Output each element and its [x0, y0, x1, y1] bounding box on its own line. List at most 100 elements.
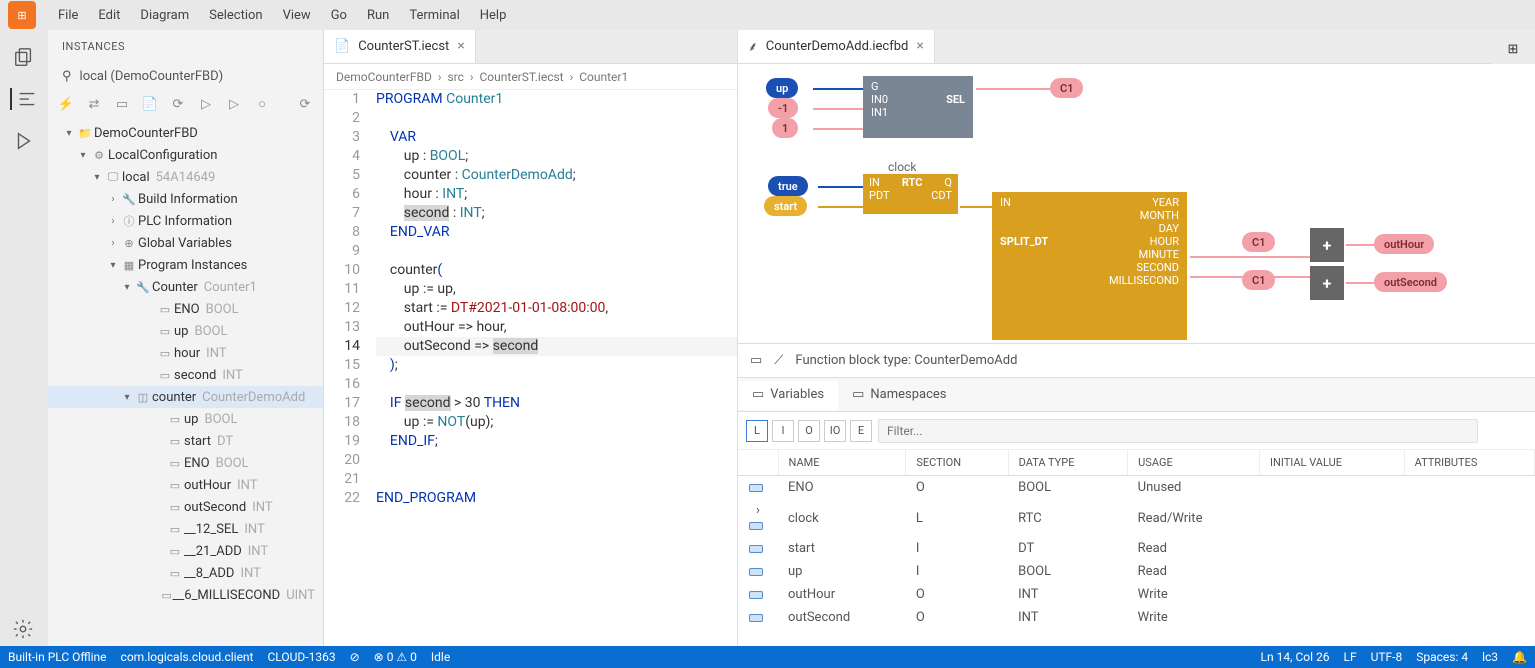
var-row[interactable]: startIDTRead: [738, 537, 1535, 560]
status-item[interactable]: Idle: [431, 650, 450, 664]
tree-row[interactable]: ▭__6_MILLISECONDUINT: [48, 584, 323, 606]
tree-row[interactable]: ›ⓘPLC Information: [48, 210, 323, 232]
filter-O[interactable]: O: [798, 420, 820, 442]
menu-selection[interactable]: Selection: [199, 4, 272, 27]
tree-row[interactable]: ▭secondINT: [48, 364, 323, 386]
status-item[interactable]: lc3: [1482, 650, 1498, 664]
settings-icon[interactable]: [12, 618, 34, 640]
status-item[interactable]: Ln 14, Col 26: [1261, 650, 1330, 664]
var-row[interactable]: outSecondOINTWrite: [738, 606, 1535, 629]
menu-edit[interactable]: Edit: [88, 4, 130, 27]
menu-help[interactable]: Help: [470, 4, 517, 27]
add-block-2[interactable]: +: [1310, 266, 1344, 300]
filter-I[interactable]: I: [772, 420, 794, 442]
tree-row[interactable]: ▭__21_ADDINT: [48, 540, 323, 562]
tree-row[interactable]: ▭__12_SELINT: [48, 518, 323, 540]
fbd-canvas[interactable]: up -1 1 G IN0SEL IN1 C1 clock true start…: [738, 64, 1535, 344]
filter-E[interactable]: E: [850, 420, 872, 442]
copy-icon[interactable]: [13, 46, 35, 68]
filter-input[interactable]: [878, 419, 1478, 443]
pin-c1a: C1: [1050, 78, 1083, 98]
menu-run[interactable]: Run: [357, 4, 399, 27]
status-item[interactable]: Built-in PLC Offline: [8, 650, 107, 664]
tree-row[interactable]: ▾🔧CounterCounter1: [48, 276, 323, 298]
instances-icon[interactable]: [10, 88, 38, 110]
t6-icon[interactable]: ▷: [196, 94, 216, 114]
plug-icon[interactable]: ⚡: [56, 94, 76, 114]
tree-row[interactable]: ▭upBOOL: [48, 408, 323, 430]
editor-left: 📄 CounterST.iecst × DemoCounterFBD›src›C…: [324, 30, 738, 646]
status-item[interactable]: LF: [1343, 650, 1356, 664]
close-icon[interactable]: ×: [916, 38, 923, 54]
tree-row[interactable]: ▭startDT: [48, 430, 323, 452]
layout-icon[interactable]: ⊞: [1491, 30, 1535, 64]
pin-start: start: [764, 196, 807, 216]
split-block[interactable]: INYEAR MONTH DAY SPLIT_DTHOUR MINUTE SEC…: [992, 192, 1187, 340]
var-row[interactable]: upIBOOLRead: [738, 560, 1535, 583]
menu-terminal[interactable]: Terminal: [399, 4, 469, 27]
var-row[interactable]: ENOOBOOLUnused: [738, 476, 1535, 500]
t5-icon[interactable]: ⟳: [168, 94, 188, 114]
tree-row[interactable]: ▾⚙LocalConfiguration: [48, 144, 323, 166]
menu-file[interactable]: File: [48, 4, 88, 27]
menubar: ⊞ FileEditDiagramSelectionViewGoRunTermi…: [0, 0, 1535, 30]
tree-row[interactable]: ▭hourINT: [48, 342, 323, 364]
status-item[interactable]: ⊘: [350, 650, 360, 664]
status-bar: Built-in PLC Offline com.logicals.cloud.c…: [0, 646, 1535, 668]
code-editor[interactable]: 12345678910111213141516171819202122 PROG…: [324, 90, 737, 646]
close-icon[interactable]: ×: [457, 38, 464, 54]
pin-m1: -1: [768, 98, 798, 118]
tree-row[interactable]: ▭outSecondINT: [48, 496, 323, 518]
status-item[interactable]: UTF-8: [1371, 650, 1403, 664]
add-block-1[interactable]: +: [1310, 228, 1344, 262]
var-table[interactable]: NAMESECTIONDATA TYPEUSAGEINITIAL VALUEAT…: [738, 450, 1535, 646]
status-item[interactable]: ⊗ 0 ⚠ 0: [374, 650, 417, 664]
menu-diagram[interactable]: Diagram: [130, 4, 199, 27]
tab-counterdemoadd[interactable]: ⸙ CounterDemoAdd.iecfbd ×: [738, 30, 935, 63]
tree-row[interactable]: ▭ENOBOOL: [48, 298, 323, 320]
tab-variables[interactable]: ▭Variables: [738, 381, 838, 410]
var-row[interactable]: outHourOINTWrite: [738, 583, 1535, 606]
tree-row[interactable]: ▾📁DemoCounterFBD: [48, 122, 323, 144]
sidebar-sub[interactable]: ⚲local (DemoCounterFBD): [48, 63, 323, 90]
rtc-block[interactable]: INRTCQ PDTCDT: [863, 174, 958, 214]
rect-icon[interactable]: ▭: [750, 353, 762, 368]
status-item[interactable]: CLOUD-1363: [267, 650, 335, 664]
tab-counterst[interactable]: 📄 CounterST.iecst ×: [324, 30, 476, 63]
sidebar: INSTANCES ⚲local (DemoCounterFBD) ⚡⇄▭📄⟳▷…: [48, 30, 324, 646]
cut-icon[interactable]: ⟋: [774, 353, 783, 368]
breadcrumb[interactable]: DemoCounterFBD›src›CounterST.iecst›Count…: [324, 64, 737, 90]
tree-row[interactable]: ▾▦Program Instances: [48, 254, 323, 276]
status-item[interactable]: Spaces: 4: [1416, 650, 1468, 664]
tree-row[interactable]: ▾◫counterCounterDemoAdd: [48, 386, 323, 408]
tree-row[interactable]: ›⊕Global Variables: [48, 232, 323, 254]
var-row[interactable]: › clockLRTCRead/Write: [738, 499, 1535, 537]
tabbar-left: 📄 CounterST.iecst ×: [324, 30, 737, 64]
tabbar-right: ⸙ CounterDemoAdd.iecfbd ×: [738, 30, 1491, 64]
menu-view[interactable]: View: [273, 4, 321, 27]
filter-IO[interactable]: IO: [824, 420, 846, 442]
refresh-icon[interactable]: ⟳: [295, 94, 315, 114]
link-icon: ⚲: [62, 69, 72, 84]
t8-icon[interactable]: ○: [252, 94, 272, 114]
tree-row[interactable]: ▾🖵local54A14649: [48, 166, 323, 188]
tree-row[interactable]: ›🔧Build Information: [48, 188, 323, 210]
t4-icon[interactable]: 📄: [140, 94, 160, 114]
pin-outsecond: outSecond: [1374, 272, 1447, 292]
sel-block[interactable]: G IN0SEL IN1: [863, 76, 973, 138]
tree-row[interactable]: ▭upBOOL: [48, 320, 323, 342]
tab-namespaces[interactable]: ▭Namespaces: [838, 381, 960, 408]
t3-icon[interactable]: ▭: [112, 94, 132, 114]
tree-row[interactable]: ▭ENOBOOL: [48, 452, 323, 474]
status-item[interactable]: com.logicals.cloud.client: [121, 650, 254, 664]
t2-icon[interactable]: ⇄: [84, 94, 104, 114]
tree-row[interactable]: ▭__8_ADDINT: [48, 562, 323, 584]
menu-go[interactable]: Go: [321, 4, 357, 27]
tree-row[interactable]: ▭outHourINT: [48, 474, 323, 496]
status-item[interactable]: 🔔: [1512, 650, 1527, 664]
filter-L[interactable]: L: [746, 420, 768, 442]
run-icon[interactable]: [13, 130, 35, 152]
pin-c1b: C1: [1242, 232, 1275, 252]
t7-icon[interactable]: ▷: [224, 94, 244, 114]
editor-right: ⸙ CounterDemoAdd.iecfbd × ⊞ up -1 1: [738, 30, 1535, 646]
